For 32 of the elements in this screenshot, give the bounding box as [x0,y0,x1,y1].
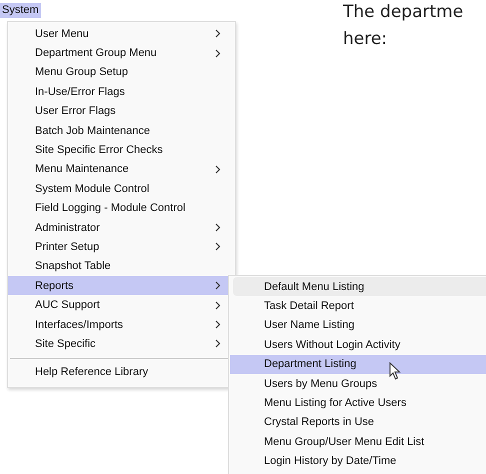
menu-item[interactable]: Site Specific [8,334,231,354]
menu-item[interactable]: User Error Flags [8,102,231,121]
menu-item[interactable]: Help Reference Library [8,362,231,382]
body-text: here: [343,28,388,51]
menu-item[interactable]: Department Group Menu [8,43,231,63]
menu-item[interactable]: Department Listing [230,354,486,374]
menu-item[interactable]: Crystal Reports in Use [230,412,486,432]
menu-item[interactable]: Menu Maintenance [8,160,231,180]
menu-bar-item[interactable]: System [0,3,41,18]
menu-item[interactable]: Snapshot Table [8,256,231,276]
menu-item[interactable]: In-Use/Error Flags [8,82,231,102]
mouse-pointer-icon [389,362,401,380]
menu-item[interactable]: Menu Listing for Active Users [230,393,486,413]
menu-item[interactable]: Printer Setup [8,237,231,257]
menu-item[interactable]: Menu Group Setup [8,62,231,82]
menu-item[interactable]: Default Menu Listing [233,277,486,296]
menu-item[interactable]: Administrator [8,218,231,238]
menu-item[interactable]: Login History by Date/Time [230,452,486,471]
menu-item[interactable]: Site Specific Error Checks [8,140,231,160]
menu-item[interactable]: AUC Support [8,295,231,315]
menu-item[interactable]: User Name Listing [230,316,486,336]
menu-item[interactable]: Interfaces/Imports [8,314,231,334]
menu-item[interactable]: Reports [8,276,231,296]
menu-item[interactable]: System Module Control [8,179,231,199]
menu-item[interactable]: Users by Menu Groups [230,374,486,394]
menu-item[interactable]: User Menu [8,24,231,44]
body-text: The departme [343,1,464,24]
menu-item[interactable]: Task Detail Report [230,296,486,316]
menu-item[interactable]: Batch Job Maintenance [8,120,231,140]
menu-item[interactable]: Menu Group/User Menu Edit List [230,432,486,452]
menu-item[interactable]: Users Without Login Activity [230,335,486,355]
menu-item[interactable]: Field Logging - Module Control [8,198,231,218]
